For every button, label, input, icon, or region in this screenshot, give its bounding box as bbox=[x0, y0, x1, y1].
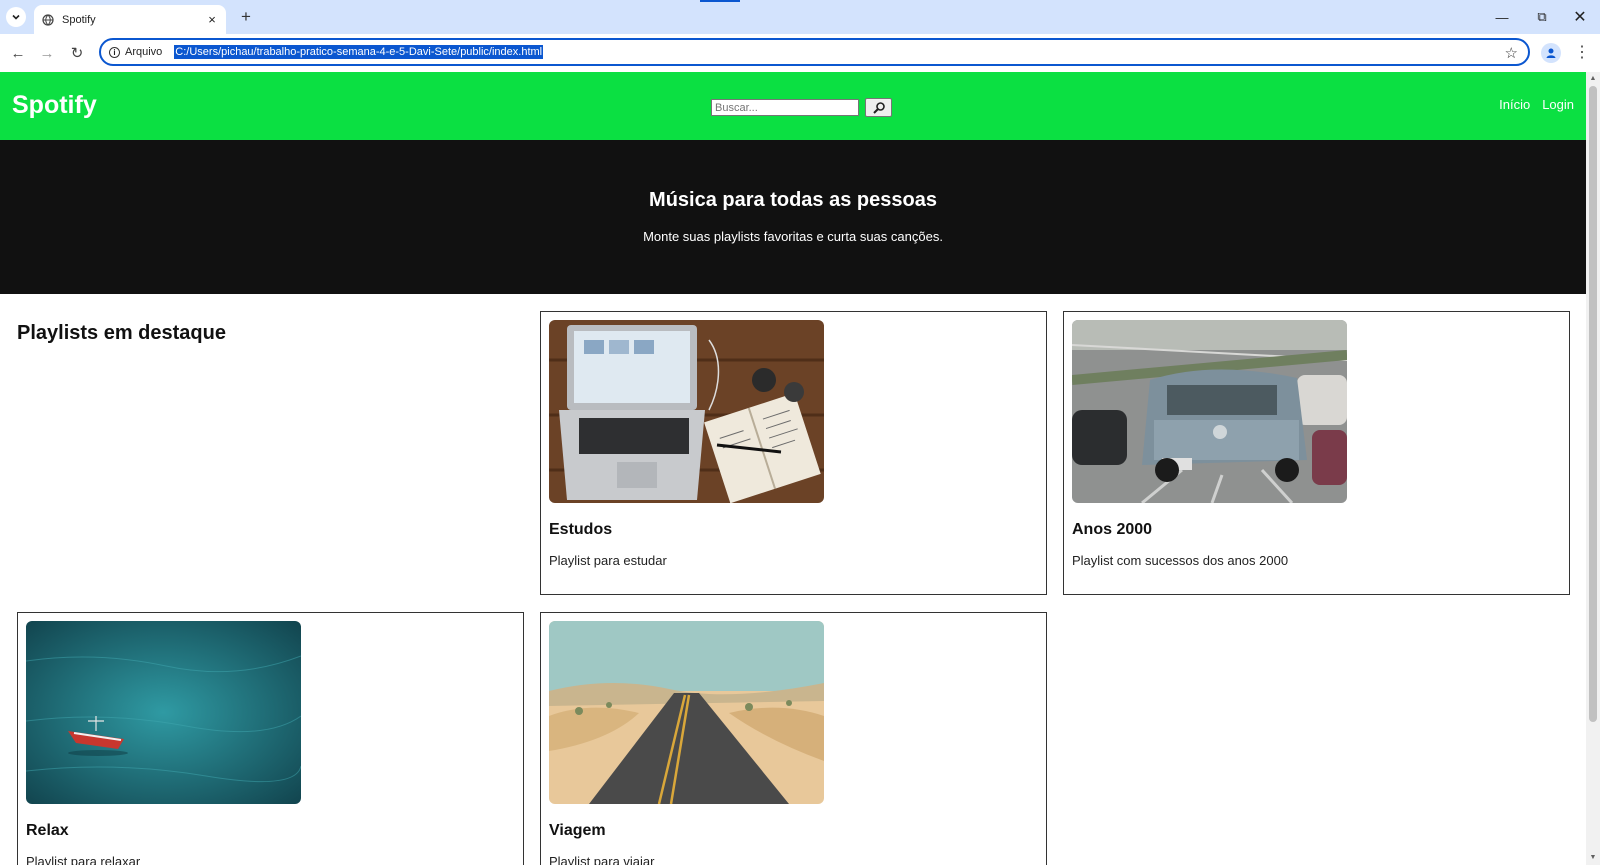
tab-title: Spotify bbox=[62, 13, 96, 26]
back-arrow-icon[interactable]: ← bbox=[7, 42, 29, 64]
scroll-down-arrow-icon[interactable]: ▼ bbox=[1589, 854, 1597, 862]
scroll-up-arrow-icon[interactable]: ▲ bbox=[1589, 75, 1597, 83]
playlist-description: Playlist com sucessos dos anos 2000 bbox=[1072, 553, 1289, 568]
search-button[interactable] bbox=[865, 98, 892, 117]
nav-link-inicio[interactable]: Início bbox=[1499, 97, 1530, 112]
close-window-icon[interactable]: ✕ bbox=[1562, 0, 1598, 34]
playlist-card-estudos[interactable]: Estudos Playlist para estudar bbox=[540, 311, 1047, 595]
new-tab-button[interactable]: + bbox=[236, 7, 256, 27]
playlist-card-viagem[interactable]: Viagem Playlist para viajar bbox=[540, 612, 1047, 865]
info-icon: i bbox=[109, 46, 120, 58]
globe-icon bbox=[42, 13, 54, 26]
playlist-title: Viagem bbox=[549, 822, 606, 839]
tab-accent-bar bbox=[700, 0, 740, 2]
restore-icon[interactable]: ⧉ bbox=[1524, 0, 1560, 34]
hero-title: Música para todas as pessoas bbox=[649, 189, 937, 211]
search-form bbox=[711, 98, 892, 117]
playlist-image-boat bbox=[26, 621, 301, 804]
tab-search-button[interactable] bbox=[6, 7, 26, 27]
playlist-card-relax[interactable]: Relax Playlist para relaxar bbox=[17, 612, 524, 865]
playlist-description: Playlist para estudar bbox=[549, 553, 667, 568]
browser-tabstrip: Spotify × + — ⧉ ✕ bbox=[0, 0, 1600, 34]
playlist-image-van bbox=[1072, 320, 1347, 503]
playlist-card-anos-2000[interactable]: Anos 2000 Playlist com sucessos dos anos… bbox=[1063, 311, 1570, 595]
minimize-icon[interactable]: — bbox=[1484, 0, 1520, 34]
section-title: Playlists em destaque bbox=[17, 322, 226, 344]
playlist-image-laptop bbox=[549, 320, 824, 503]
hero-banner: Música para todas as pessoas Monte suas … bbox=[0, 140, 1586, 294]
page-viewport: Spotify Início Login Música para todas a… bbox=[0, 72, 1600, 865]
playlist-description: Playlist para viajar bbox=[549, 854, 655, 865]
close-tab-icon[interactable]: × bbox=[206, 12, 218, 27]
search-input[interactable] bbox=[711, 99, 859, 116]
reload-icon[interactable]: ↻ bbox=[66, 42, 88, 64]
scroll-thumb[interactable] bbox=[1589, 86, 1597, 722]
playlist-description: Playlist para relaxar bbox=[26, 854, 141, 865]
site-info-label: Arquivo bbox=[125, 46, 163, 58]
chevron-down-icon bbox=[12, 14, 20, 20]
site-info-chip[interactable]: i Arquivo bbox=[109, 46, 162, 58]
hero-subtitle: Monte suas playlists favoritas e curta s… bbox=[643, 229, 943, 244]
playlist-title: Estudos bbox=[549, 521, 613, 538]
site-header: Spotify Início Login bbox=[0, 72, 1586, 140]
browser-tab-spotify[interactable]: Spotify × bbox=[34, 5, 226, 34]
profile-avatar-icon[interactable] bbox=[1541, 43, 1561, 63]
browser-toolbar: ← → ↻ i Arquivo C:/Users/pichau/trabalho… bbox=[0, 34, 1600, 72]
playlist-title: Anos 2000 bbox=[1072, 521, 1153, 538]
browser-menu-icon[interactable]: ⋮ bbox=[1574, 43, 1590, 63]
forward-arrow-icon[interactable]: → bbox=[36, 42, 58, 64]
address-bar[interactable]: i Arquivo C:/Users/pichau/trabalho-prati… bbox=[99, 38, 1530, 66]
person-icon bbox=[1546, 48, 1556, 58]
magnifier-icon bbox=[872, 101, 885, 114]
playlist-title: Relax bbox=[26, 822, 69, 839]
nav-link-login[interactable]: Login bbox=[1542, 97, 1574, 112]
bookmark-star-icon[interactable]: ☆ bbox=[1505, 44, 1518, 62]
playlist-image-road bbox=[549, 621, 824, 804]
page-scrollbar[interactable]: ▲ ▼ bbox=[1586, 72, 1600, 865]
site-logo[interactable]: Spotify bbox=[12, 91, 97, 120]
url-text[interactable]: C:/Users/pichau/trabalho-pratico-semana-… bbox=[174, 45, 544, 59]
main-nav: Início Login bbox=[1499, 97, 1574, 112]
